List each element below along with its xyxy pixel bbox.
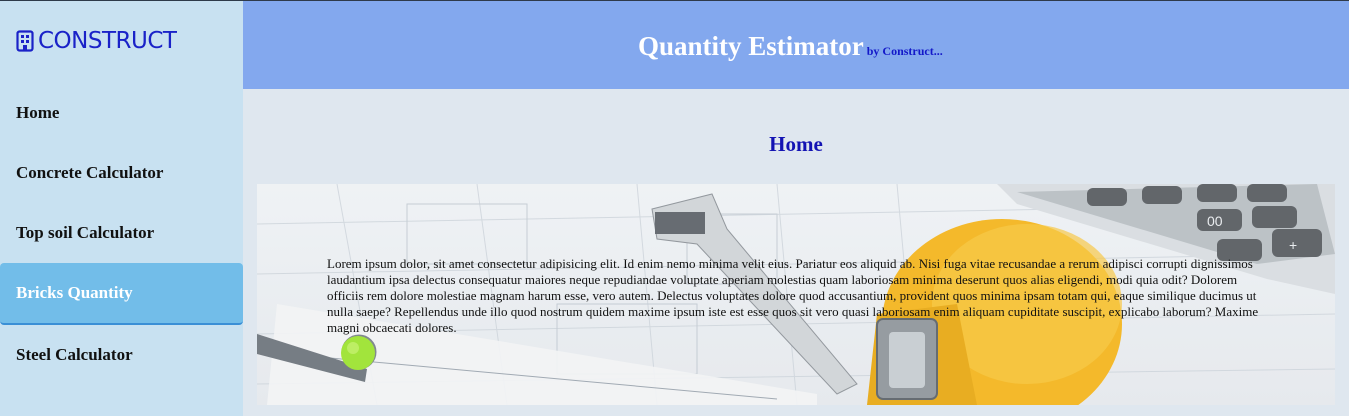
sidebar-item-home[interactable]: Home: [0, 83, 243, 143]
sidebar-item-steel-calculator[interactable]: Steel Calculator: [0, 325, 243, 385]
page-header: Quantity Estimator by Construct...: [243, 1, 1349, 89]
logo-text: CONSTRUCT: [38, 28, 177, 54]
app-title: Quantity Estimator: [638, 31, 864, 61]
app-byline[interactable]: by Construct...: [867, 44, 943, 58]
sidebar-item-top-soil-calculator[interactable]: Top soil Calculator: [0, 203, 243, 263]
sidebar-item-concrete-calculator[interactable]: Concrete Calculator: [0, 143, 243, 203]
sidebar-item-bricks-quantity[interactable]: Bricks Quantity: [0, 263, 243, 325]
sidebar-nav: Home Concrete Calculator Top soil Calcul…: [0, 83, 243, 385]
sidebar: CONSTRUCT Home Concrete Calculator Top s…: [0, 1, 243, 416]
building-icon: [16, 30, 34, 52]
hero-description: Lorem ipsum dolor, sit amet consectetur …: [327, 256, 1259, 335]
page-title: Home: [769, 132, 823, 156]
brand-logo[interactable]: CONSTRUCT: [16, 28, 177, 54]
hero-banner: 00 + Lorem ipsum dolor, sit amet consect…: [257, 184, 1335, 405]
